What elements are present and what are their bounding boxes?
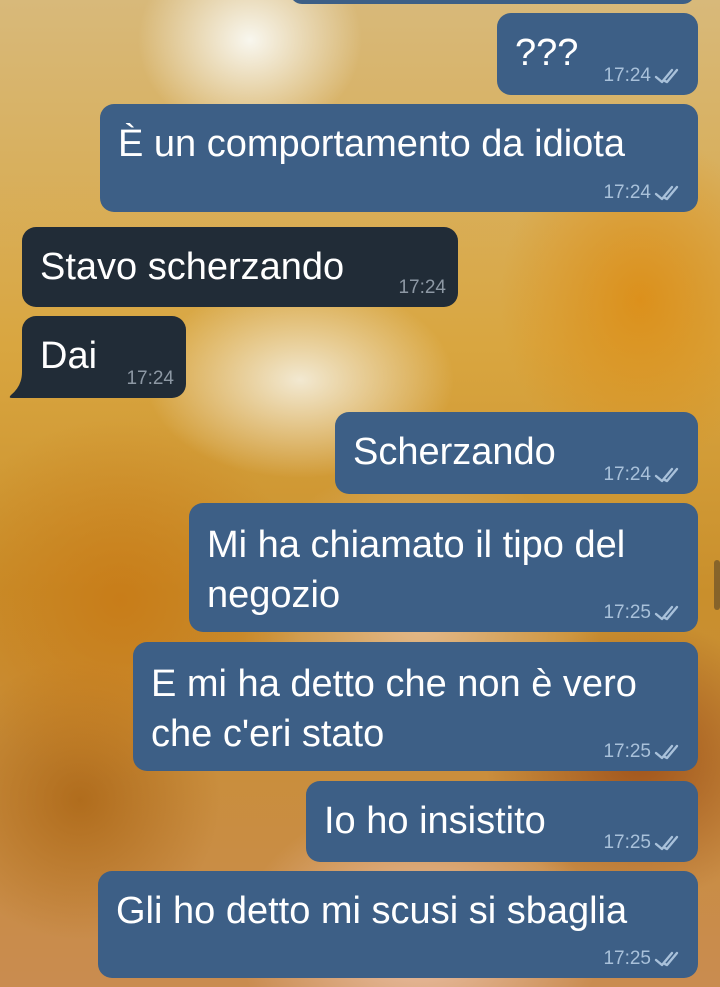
message-text: È un comportamento da idiota	[118, 123, 625, 165]
message-time: 17:24	[398, 277, 446, 298]
message-time: 17:25	[603, 602, 651, 623]
message-time: 17:24	[603, 464, 651, 485]
message-bubble-outgoing[interactable]: Gli ho detto mi scusi si sbaglia 17:25	[98, 871, 698, 978]
message-meta: 17:24	[398, 277, 446, 299]
message-bubble-outgoing[interactable]: E mi ha detto che non è vero che c'eri s…	[133, 642, 698, 771]
message-meta: 17:25	[603, 832, 686, 854]
scrollbar[interactable]	[714, 560, 720, 610]
message-meta: 17:24	[603, 464, 686, 486]
message-bubble-outgoing[interactable]: Mi ha chiamato il tipo del negozio 17:25	[189, 503, 698, 632]
message-text: Stavo scherzando	[40, 246, 345, 288]
message-text: Scherzando	[353, 431, 556, 473]
message-meta: 17:25	[603, 602, 686, 624]
message-meta: 17:24	[126, 368, 174, 390]
message-meta: 17:25	[603, 741, 686, 763]
message-meta: 17:25	[603, 948, 686, 970]
message-text-line-1: Mi ha chiamato il tipo del	[207, 524, 626, 566]
message-bubble-incoming[interactable]: Dai 17:24	[22, 316, 186, 398]
message-bubble-outgoing[interactable]: Io ho insistito 17:25	[306, 781, 698, 862]
message-text: ???	[515, 32, 579, 74]
message-bubble-outgoing[interactable]: È un comportamento da idiota 17:24	[100, 104, 698, 212]
message-time: 17:24	[126, 368, 174, 389]
double-check-icon	[654, 605, 679, 621]
message-meta: 17:24	[603, 65, 686, 87]
message-time: 17:24	[603, 65, 651, 86]
double-check-icon	[654, 951, 679, 967]
message-text: Gli ho detto mi scusi si sbaglia	[116, 890, 628, 932]
message-bubble-partial[interactable]	[290, 0, 695, 4]
double-check-icon	[654, 68, 679, 84]
message-text: Io ho insistito	[324, 800, 546, 842]
double-check-icon	[654, 835, 679, 851]
message-time: 17:25	[603, 948, 651, 969]
message-time: 17:25	[603, 832, 651, 853]
message-text-line-2: che c'eri stato	[151, 713, 385, 755]
chat-area: ??? 17:24 È un comportamento da idiota 1…	[0, 0, 720, 987]
message-bubble-outgoing[interactable]: ??? 17:24	[497, 13, 698, 95]
message-bubble-incoming[interactable]: Stavo scherzando 17:24	[22, 227, 458, 307]
message-bubble-outgoing[interactable]: Scherzando 17:24	[335, 412, 698, 494]
double-check-icon	[654, 744, 679, 760]
double-check-icon	[654, 467, 679, 483]
message-text-line-1: E mi ha detto che non è vero	[151, 663, 637, 705]
message-time: 17:24	[603, 182, 651, 203]
message-meta: 17:24	[603, 182, 686, 204]
double-check-icon	[654, 185, 679, 201]
message-text: Dai	[40, 335, 98, 377]
message-time: 17:25	[603, 741, 651, 762]
message-text-line-2: negozio	[207, 574, 341, 616]
